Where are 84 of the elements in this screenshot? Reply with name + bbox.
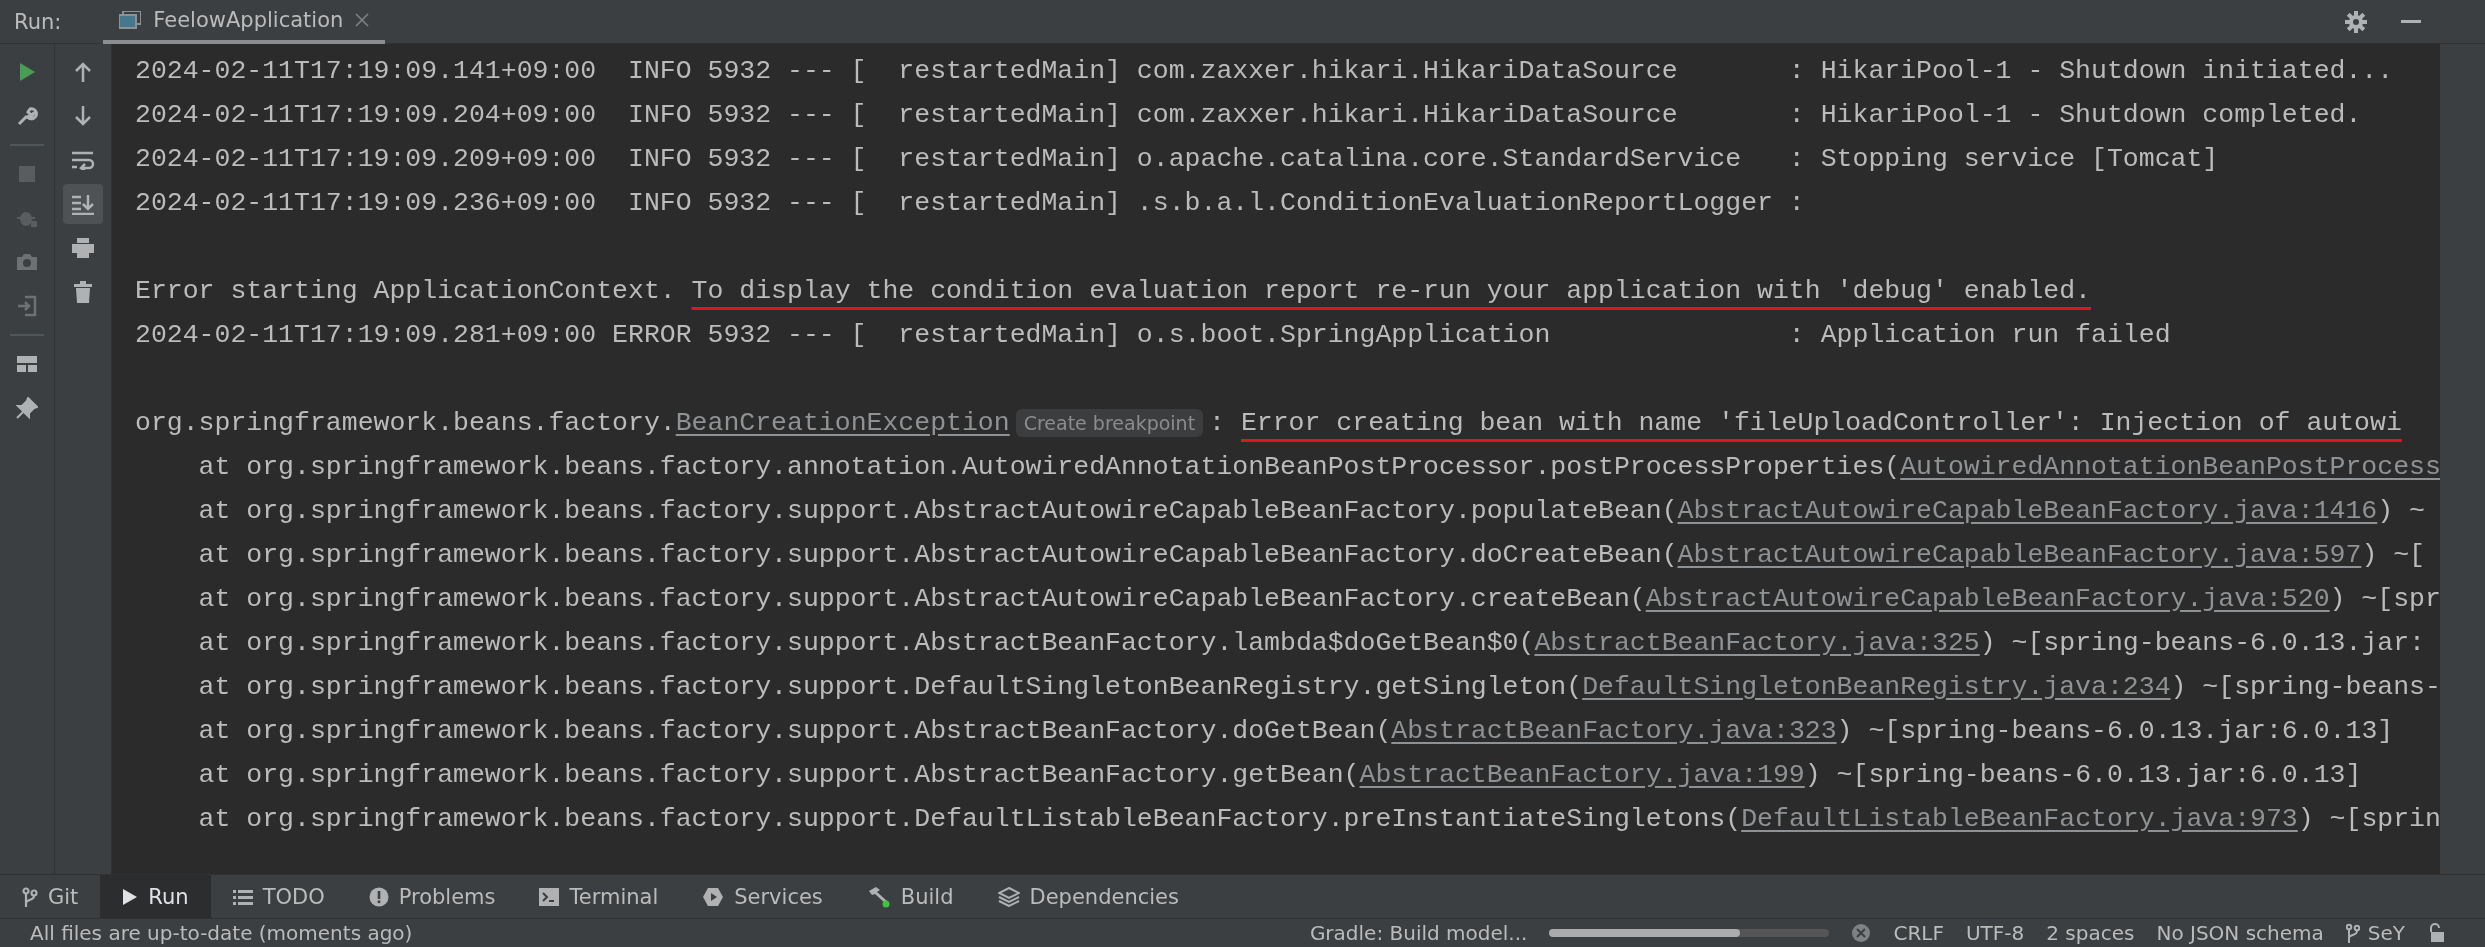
- camera-icon: [16, 253, 38, 271]
- log-text: 2024-02-11T17:19:09.281+09:00 ERROR 5932 --- [ restartedMain] o.s.boot.SpringApplication : Application run failed: [135, 320, 2171, 350]
- highlighted-log-text: To display the condition evaluation report re-run your application with 'debug' enabled.: [691, 276, 2092, 306]
- log-text: at org.springframework.beans.factory.support.AbstractBeanFactory.getBean(: [197, 760, 1360, 790]
- terminal-icon: [539, 887, 560, 906]
- tool-window-tab[interactable]: Dependencies: [975, 875, 1201, 918]
- log-text: at org.springframework.beans.factory.support.AbstractBeanFactory.doGetBean(: [197, 716, 1392, 746]
- toolbar-button[interactable]: [63, 184, 103, 224]
- source-link[interactable]: DefaultListableBeanFactory.java:973: [1741, 804, 2298, 834]
- source-link[interactable]: AbstractBeanFactory.java:325: [1534, 628, 1980, 658]
- wrench-icon: [16, 105, 38, 127]
- close-icon[interactable]: [355, 12, 370, 27]
- settings-icon[interactable]: [2345, 10, 2367, 33]
- play-icon: [122, 887, 139, 906]
- branch-icon: [2345, 923, 2360, 943]
- log-text: ) ~[spring-beans-6.0.13.jar:: [1979, 628, 2425, 658]
- log-text: at org.springframework.beans.factory.support.DefaultSingletonBeanRegistry.getSingleton(: [197, 672, 1583, 702]
- log-text: at org.springframework.beans.factory.support.AbstractBeanFactory.lambda$doGetBean$0(: [197, 628, 1535, 658]
- arrow-down-icon: [74, 105, 92, 127]
- tool-window-tab[interactable]: Build: [844, 875, 976, 918]
- source-link[interactable]: AbstractAutowireCapableBeanFactory.java:520: [1645, 584, 2330, 614]
- json-schema-widget[interactable]: No JSON schema: [2156, 921, 2324, 945]
- layout-icon: [16, 355, 38, 373]
- tab-label: FeelowApplication: [153, 7, 344, 32]
- tool-window-tab[interactable]: TODO: [210, 875, 347, 918]
- log-text: ) ~[spr: [2329, 584, 2440, 614]
- source-link[interactable]: AbstractAutowireCapableBeanFactory.java:1416: [1677, 496, 2378, 526]
- encoding-widget[interactable]: UTF-8: [1965, 921, 2025, 945]
- tool-window-tab[interactable]: Problems: [346, 875, 518, 918]
- source-link[interactable]: AbstractBeanFactory.java:323: [1391, 716, 1837, 746]
- log-text: ) ~[: [2361, 540, 2425, 570]
- source-link[interactable]: BeanCreationException: [675, 408, 1010, 438]
- tool-window-tab[interactable]: Terminal: [517, 875, 681, 918]
- minimize-icon[interactable]: [2401, 19, 2421, 24]
- list-icon: [232, 888, 253, 905]
- log-text: ) ~[spring-beans-6.0.13.jar:6.0.13]: [1836, 716, 2394, 746]
- log-text: 2024-02-11T17:19:09.236+09:00 INFO 5932 --- [ restartedMain] .s.b.a.l.ConditionEvaluationReportLogger :: [135, 188, 1805, 218]
- source-link[interactable]: DefaultSingletonBeanRegistry.java:234: [1582, 672, 2171, 702]
- warning-icon: [368, 886, 389, 907]
- log-text: at org.springframework.beans.factory.support.DefaultListableBeanFactory.preInstantiateSingletons(: [197, 804, 1742, 834]
- console-icon: [119, 10, 142, 29]
- tool-window-tab[interactable]: Git: [0, 875, 101, 918]
- lock-icon[interactable]: [2427, 923, 2445, 943]
- services-icon: [702, 886, 725, 907]
- log-text: 2024-02-11T17:19:09.209+09:00 INFO 5932 --- [ restartedMain] o.apache.catalina.core.StandardService : Stopping service [Tomcat]: [135, 144, 2219, 174]
- run-icon: [18, 62, 36, 82]
- tool-window-tab[interactable]: Run: [100, 875, 211, 918]
- log-text: at org.springframework.beans.factory.support.AbstractAutowireCapableBeanFactory.createBean(: [197, 584, 1646, 614]
- log-text: :: [1209, 408, 1226, 438]
- run-label: Run:: [14, 9, 62, 34]
- log-text: at org.springframework.beans.factory.support.AbstractAutowireCapableBeanFactory.populateBean(: [197, 496, 1678, 526]
- arrow-up-icon: [74, 61, 92, 83]
- source-link[interactable]: AbstractAutowireCapableBeanFactory.java:597: [1677, 540, 2362, 570]
- soft-wrap-icon: [71, 150, 95, 170]
- log-text: 2024-02-11T17:19:09.204+09:00 INFO 5932 --- [ restartedMain] com.zaxxer.hikari.HikariDataSource : HikariPool-1 - Shutdown completed.: [135, 100, 2362, 130]
- background-task[interactable]: Gradle: Build model...: [1309, 921, 1528, 945]
- git-branch-widget[interactable]: SeY: [2345, 921, 2405, 945]
- stop-icon: [18, 165, 36, 183]
- pin-icon: [16, 397, 38, 419]
- status-message: All files are up-to-date (moments ago): [30, 921, 413, 945]
- cancel-icon[interactable]: [1851, 923, 1872, 943]
- create-breakpoint-hint[interactable]: Create breakpoint: [1015, 409, 1204, 437]
- log-text: org.springframework.beans.factory.: [135, 408, 676, 438]
- line-separator-widget[interactable]: CRLF: [1893, 921, 1944, 945]
- hammer-icon: [866, 885, 891, 908]
- highlighted-log-text: Error creating bean with name 'fileUploadController': Injection of autowi: [1240, 408, 2402, 438]
- layers-icon: [997, 886, 1020, 907]
- indent-widget[interactable]: 2 spaces: [2046, 921, 2135, 945]
- log-text: at org.springframework.beans.factory.annotation.AutowiredAnnotationBeanPostProcessor.postProcessProperties(: [197, 452, 1901, 482]
- printer-icon: [71, 237, 95, 259]
- trash-icon: [73, 281, 93, 303]
- log-text: ) ~[spring-beans-6.0.13.jar:6.0.13]: [1804, 760, 2362, 790]
- exit-icon: [17, 295, 37, 317]
- log-text: ) ~[sprin: [2297, 804, 2440, 834]
- branch-icon: [22, 886, 38, 907]
- log-text: ) ~[spring-beans-: [2170, 672, 2440, 702]
- tool-window-tab[interactable]: Services: [680, 875, 845, 918]
- log-text: at org.springframework.beans.factory.support.AbstractAutowireCapableBeanFactory.doCreateBean(: [197, 540, 1678, 570]
- source-link[interactable]: AutowiredAnnotationBeanPostProcess: [1900, 452, 2440, 482]
- log-text: 2024-02-11T17:19:09.141+09:00 INFO 5932 --- [ restartedMain] com.zaxxer.hikari.HikariDataSource : HikariPool-1 - Shutdown initiated...: [135, 56, 2394, 86]
- log-text: ) ~: [2377, 496, 2425, 526]
- scroll-to-end-icon: [71, 193, 95, 215]
- log-text: Error starting ApplicationContext.: [135, 276, 677, 306]
- source-link[interactable]: AbstractBeanFactory.java:199: [1359, 760, 1805, 790]
